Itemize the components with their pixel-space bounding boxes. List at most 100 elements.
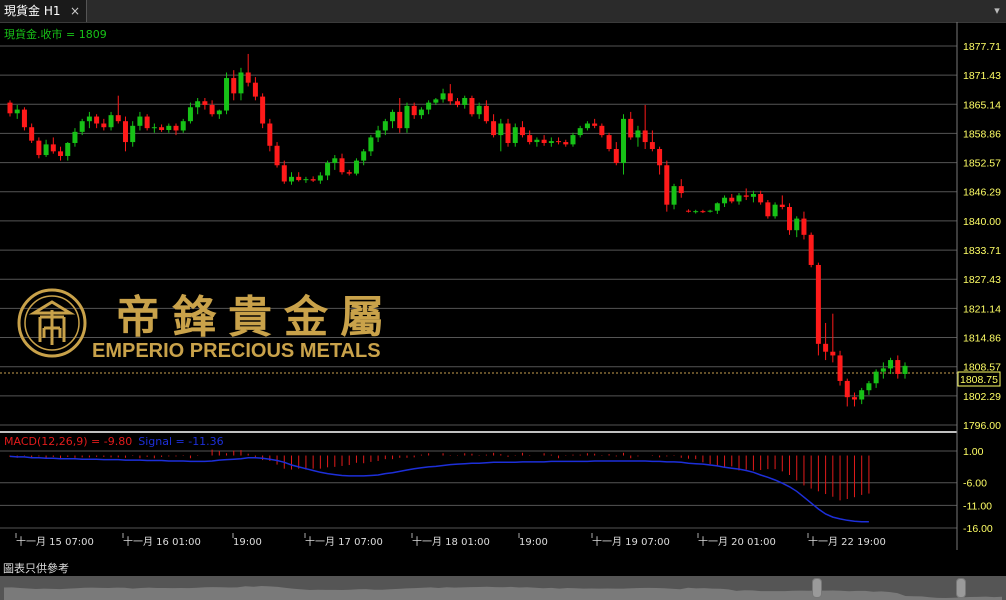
candle-body [440,93,446,100]
candle-body [455,101,460,105]
candle-body [649,142,655,150]
candle-body [700,211,706,213]
candle-body [29,127,35,141]
candle [462,95,468,109]
watermark-logo: 帝鋒貴金屬 EMPERIO PRECIOUS METALS [17,288,396,362]
watermark-cn-text: 帝鋒貴金屬 [116,292,396,343]
price-tick-label: 1827.43 [963,274,1001,286]
candle [7,100,13,117]
candle [36,137,42,159]
candle [584,121,590,131]
candle-body [79,121,85,132]
navigator-right-handle[interactable] [956,578,966,598]
candle [750,190,756,203]
candle [714,202,720,214]
candle-body [693,211,699,213]
candle-body [202,101,208,105]
current-price-tag: 1808.75 [957,371,1001,387]
time-tick-label: 十一月 22 19:00 [808,535,886,548]
candle-body [895,360,901,374]
candle-body [787,206,793,231]
candle-body [173,125,179,131]
candle-body [678,186,684,194]
candle [765,200,771,219]
candle [476,102,482,119]
candle-body [130,125,136,143]
candle-body [635,130,641,138]
price-chart[interactable]: 帝鋒貴金屬 EMPERIO PRECIOUS METALS 1877.71 187… [0,22,1006,554]
candle [873,369,879,388]
candle [122,116,128,152]
candle [209,100,215,117]
candle [541,135,547,146]
candle [252,77,258,101]
candle-body [657,149,663,166]
candle-body [476,105,482,115]
candle-body [296,176,302,181]
candle-body [469,97,475,115]
candle-body [86,116,92,122]
candle-body [714,203,720,211]
candle-body [519,127,525,136]
chart-navigator[interactable] [0,576,1006,600]
candle [382,118,388,136]
candle-body [570,135,576,145]
watermark-en-text: EMPERIO PRECIOUS METALS [92,340,381,362]
candle-body [166,125,172,131]
candle-body [902,365,908,374]
candle-body [274,145,280,166]
candle-body [101,123,107,128]
candle [238,67,244,101]
candle-body [707,210,713,212]
candle-body [548,141,554,143]
candle [772,202,778,219]
candle [86,111,92,129]
candle-body [830,351,836,356]
macd-legend-value: MACD(12,26,9) = -9.80 [4,435,132,448]
candle [469,95,475,117]
chart-tab[interactable]: 現貨金 H1 × [0,0,86,22]
candle-body [779,204,785,207]
candle [151,123,157,133]
close-icon[interactable]: × [68,0,82,22]
candle-body [180,121,186,131]
candle-body [281,165,287,182]
candle [685,209,691,213]
tab-menu-icon[interactable]: ▾ [990,0,1004,22]
macd-axis: 1.00 -6.00 -11.00 -16.00 [963,446,993,535]
candle-body [483,105,489,122]
candle-body [216,110,222,115]
candle-body [815,264,821,344]
candle-body [7,102,13,114]
candle [368,135,374,156]
candle [411,102,417,119]
candle-body [498,123,504,136]
navigator-left-handle[interactable] [812,578,822,598]
candle [577,125,583,138]
candle [317,172,323,184]
candle [224,72,230,115]
candle [166,123,172,133]
candle-body [252,82,258,97]
candle [722,195,728,207]
candle [801,211,807,240]
candle [859,387,865,405]
price-tick-label: 1796.00 [963,420,1001,432]
candle-body [187,107,193,122]
candle-body [541,139,547,143]
candle [563,139,569,147]
candle [455,97,460,108]
candle [844,378,850,407]
candle-body [534,139,540,143]
candle-body [873,371,879,384]
candle [144,114,150,131]
candle-body [447,93,453,102]
candle [375,125,381,143]
candle [592,118,598,129]
price-tick-label: 1858.86 [963,128,1001,140]
candle-body [758,194,764,203]
candle [260,93,266,129]
candle-body [122,121,128,143]
candle-body [238,72,244,94]
navigator-overview [4,586,1002,600]
